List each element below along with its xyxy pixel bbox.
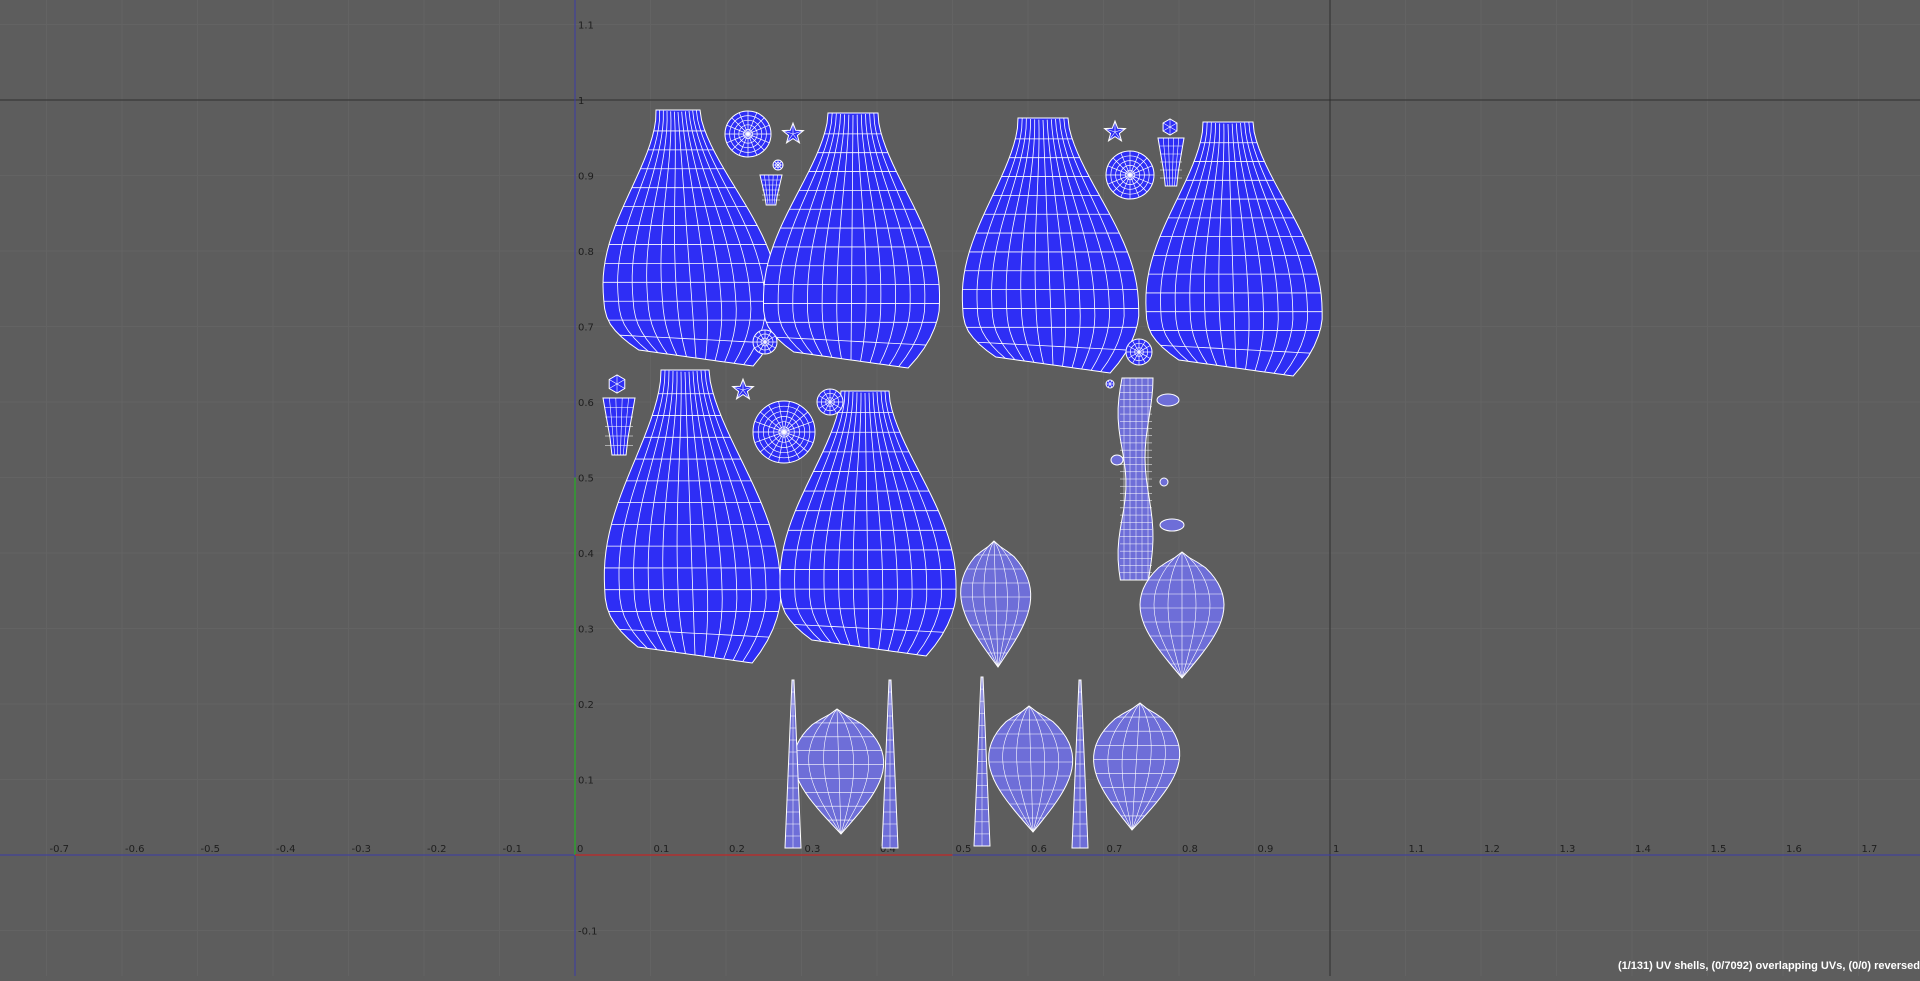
uv-shell-cup[interactable] — [602, 397, 636, 456]
uv-shell-spike[interactable] — [973, 676, 991, 847]
uv-shell-hex[interactable] — [1162, 118, 1178, 136]
u-tick-label: -0.2 — [427, 844, 447, 855]
uv-status-text: (1/131) UV shells, (0/7092) overlapping … — [1617, 960, 1920, 972]
v-tick-label: 0.2 — [578, 700, 594, 711]
uv-shell-large[interactable] — [762, 112, 941, 369]
v-tick-label: 1 — [578, 96, 584, 107]
u-tick-label: 1.3 — [1560, 844, 1576, 855]
v-tick-label: 0.3 — [578, 625, 594, 636]
u-tick-label: 1.7 — [1862, 844, 1878, 855]
u-tick-label: 0.5 — [956, 844, 972, 855]
u-tick-label: 1.6 — [1786, 844, 1802, 855]
uv-shell-disc[interactable] — [772, 159, 784, 171]
u-tick-label: 0.8 — [1182, 844, 1198, 855]
uv-shell-disc[interactable] — [752, 329, 778, 355]
uv-shell-spike[interactable] — [1071, 679, 1089, 849]
uv-shell-petal[interactable] — [1093, 702, 1181, 831]
u-tick-label: 1.1 — [1409, 844, 1425, 855]
u-tick-label: 1 — [1333, 844, 1339, 855]
uv-shell-hex[interactable] — [608, 374, 626, 394]
shell-fill — [1159, 518, 1185, 532]
uv-tick-labels: -0.7 -0.6 -0.5 -0.4 -0.3 -0.2 -0.1 0 0.1 0.2 0.3 0.… — [50, 21, 1878, 938]
u-tick-label: 0.9 — [1258, 844, 1274, 855]
v-tick-label: 0.8 — [578, 247, 594, 258]
shell-fill — [960, 540, 1032, 668]
uv-shell-petal[interactable] — [960, 540, 1032, 668]
u-tick-label: 0.3 — [805, 844, 821, 855]
shell-fill — [1159, 477, 1169, 487]
uv-shell-disc[interactable] — [1125, 338, 1153, 366]
uv-shell-star[interactable] — [1103, 119, 1127, 143]
uv-shell-spike[interactable] — [881, 679, 899, 849]
u-tick-label: 0.2 — [729, 844, 745, 855]
uv-shell-petal[interactable] — [793, 708, 885, 835]
u-tick-label: 1.5 — [1711, 844, 1727, 855]
v-tick-label: 0.1 — [578, 776, 594, 787]
u-tick-label: 1.2 — [1484, 844, 1500, 855]
u-tick-label: 0.7 — [1107, 844, 1123, 855]
u-tick-label: 0.6 — [1031, 844, 1047, 855]
uv-shell-petal[interactable] — [1139, 551, 1225, 679]
v-tick-label: -0.1 — [578, 927, 598, 938]
u-tick-label: -0.4 — [276, 844, 296, 855]
v-tick-label: 0.7 — [578, 323, 594, 334]
u-tick-label: -0.6 — [125, 844, 145, 855]
v-tick-label: 0.6 — [578, 398, 594, 409]
uv-shell-petal[interactable] — [988, 705, 1074, 833]
uv-shell-cup[interactable] — [1157, 137, 1185, 187]
uv-shell-large[interactable] — [961, 117, 1140, 374]
v-tick-label: 1.1 — [578, 21, 594, 32]
shell-fill — [988, 705, 1074, 833]
u-tick-label: 1.4 — [1635, 844, 1651, 855]
u-tick-label: -0.3 — [352, 844, 372, 855]
v-tick-label: 0.4 — [578, 549, 594, 560]
v-tick-label: 0.9 — [578, 172, 594, 183]
u-tick-label: -0.1 — [503, 844, 523, 855]
uv-editor-viewport[interactable]: -0.7 -0.6 -0.5 -0.4 -0.3 -0.2 -0.1 0 0.1 0.2 0.3 0.… — [0, 0, 1920, 976]
uv-shell-star[interactable] — [731, 377, 755, 401]
uv-shell-disc[interactable] — [816, 388, 844, 416]
uv-shell-disc[interactable] — [724, 110, 772, 158]
u-tick-label: -0.5 — [201, 844, 221, 855]
uv-shell-star[interactable] — [781, 121, 805, 145]
uv-grid — [0, 0, 1920, 976]
shell-fill — [793, 708, 885, 835]
v-tick-label: 0.5 — [578, 474, 594, 485]
uv-shell-disc[interactable] — [1105, 150, 1155, 200]
uv-shell-disc[interactable] — [1105, 379, 1115, 389]
uv-canvas[interactable]: -0.7 -0.6 -0.5 -0.4 -0.3 -0.2 -0.1 0 0.1 0.2 0.3 0.… — [0, 0, 1920, 976]
u-tick-label: -0.7 — [50, 844, 70, 855]
shell-fill — [1156, 393, 1180, 407]
shell-fill — [1093, 702, 1181, 831]
uv-shell-stem[interactable] — [1110, 377, 1185, 581]
shell-fill — [1110, 454, 1124, 466]
u-tick-label: 0.1 — [654, 844, 670, 855]
uv-shells[interactable] — [602, 109, 1323, 849]
uv-shell-cup[interactable] — [759, 174, 783, 206]
uv-shell-disc[interactable] — [752, 400, 816, 464]
u-tick-label: 0 — [577, 844, 583, 855]
